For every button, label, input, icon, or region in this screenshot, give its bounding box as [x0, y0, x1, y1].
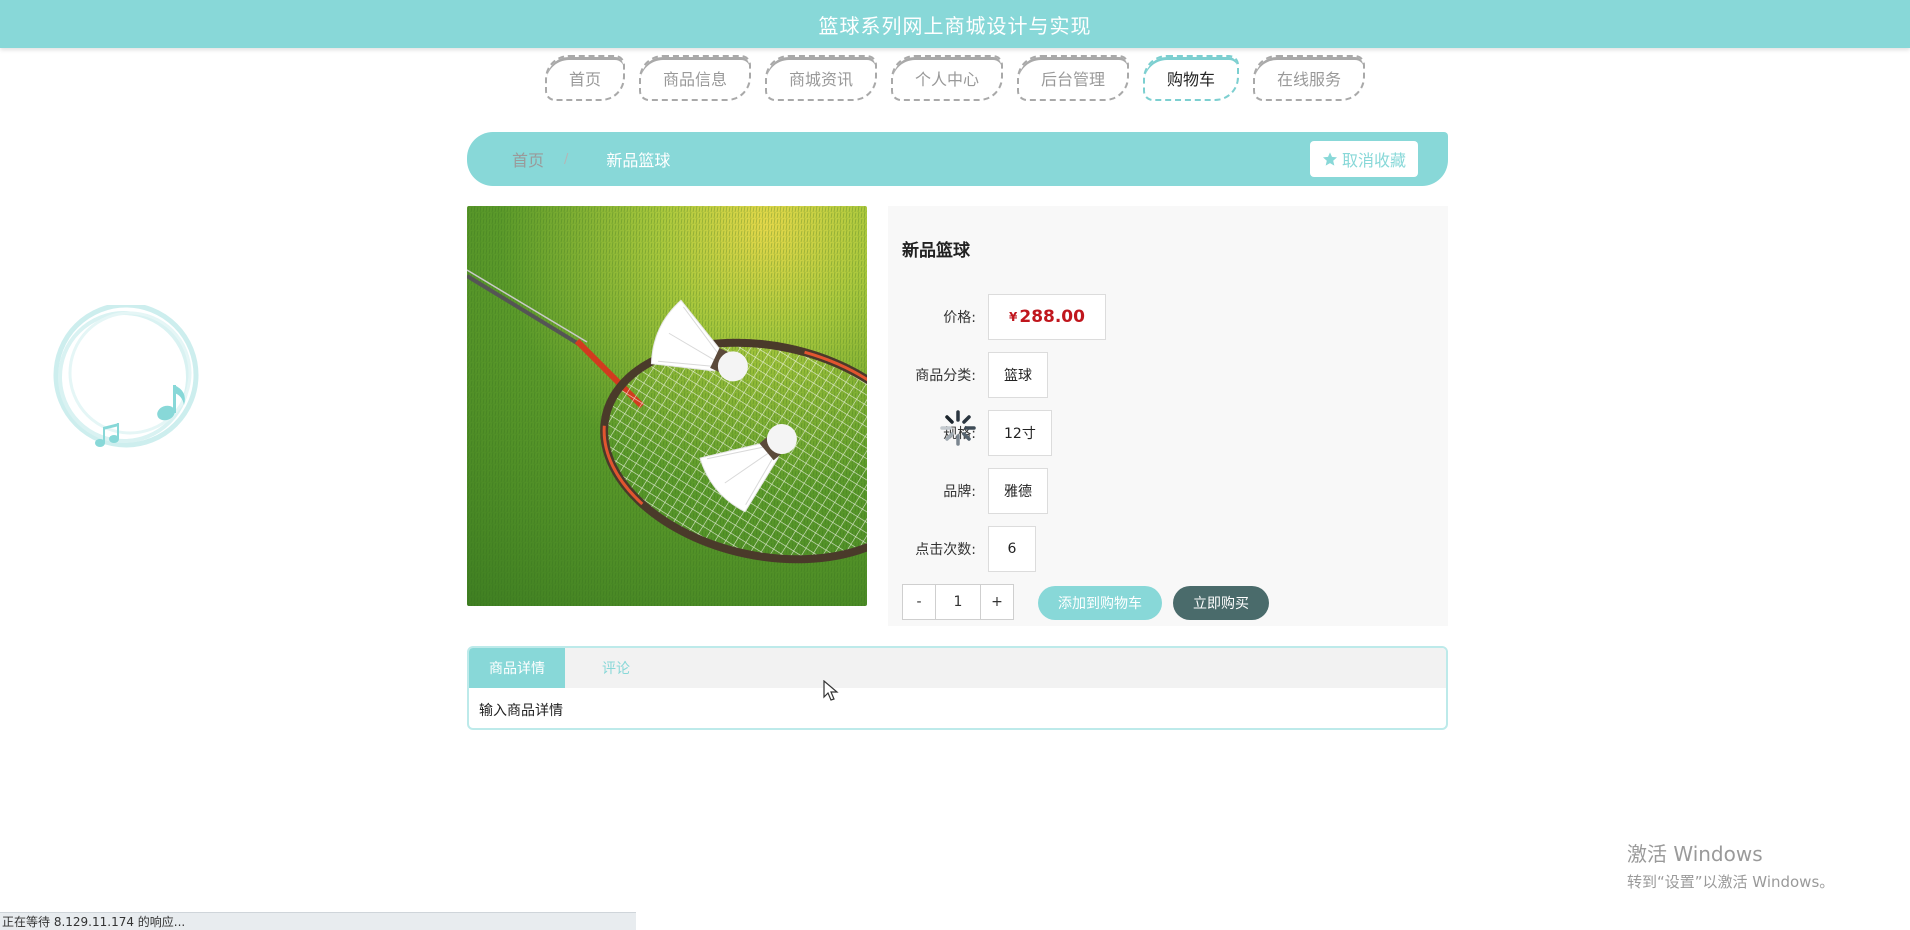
- mouse-cursor-icon: [823, 680, 839, 701]
- clicks-row: 点击次数: 6: [888, 526, 1036, 572]
- main-nav: 首页 商品信息 商城资讯 个人中心 后台管理 购物车 在线服务: [0, 55, 1910, 101]
- cancel-favorite-label: 取消收藏: [1341, 151, 1406, 170]
- breadcrumb-current: 新品篮球: [606, 151, 671, 170]
- music-player-icon[interactable]: [48, 305, 208, 455]
- quantity-stepper: - 1 +: [902, 584, 1014, 620]
- nav-item-products[interactable]: 商品信息: [638, 55, 751, 101]
- nav-item-home[interactable]: 首页: [544, 55, 625, 101]
- buy-now-button[interactable]: 立即购买: [1173, 586, 1269, 620]
- site-header: 篮球系列网上商城设计与实现: [0, 0, 1910, 48]
- category-label: 商品分类:: [915, 368, 976, 384]
- nav-item-cart[interactable]: 购物车: [1143, 55, 1240, 101]
- tab-header: 商品详情 评论: [469, 648, 1446, 688]
- product-tabs: 商品详情 评论 输入商品详情: [467, 646, 1448, 730]
- price-value: ¥ 288.00: [988, 294, 1106, 340]
- windows-activation-watermark: 激活 Windows 转到“设置”以激活 Windows。: [1627, 838, 1834, 892]
- quantity-plus-button[interactable]: +: [980, 584, 1014, 620]
- category-value: 篮球: [988, 352, 1048, 398]
- add-to-cart-button[interactable]: 添加到购物车: [1038, 586, 1162, 620]
- loading-spinner-icon: [940, 410, 976, 446]
- quantity-minus-button[interactable]: -: [902, 584, 936, 620]
- brand-row: 品牌: 雅德: [888, 468, 1048, 514]
- cancel-favorite-button[interactable]: 取消收藏: [1309, 141, 1418, 177]
- product-image: [467, 206, 867, 606]
- tab-comments[interactable]: 评论: [582, 648, 650, 688]
- price-amount: 288.00: [1019, 307, 1085, 327]
- browser-status-bar: 正在等待 8.129.11.174 的响应...: [0, 912, 636, 930]
- watermark-subtitle: 转到“设置”以激活 Windows。: [1627, 873, 1835, 891]
- price-label: 价格:: [943, 310, 976, 326]
- product-name: 新品篮球: [902, 241, 970, 261]
- currency-symbol: ¥: [1009, 310, 1018, 324]
- tab-product-details[interactable]: 商品详情: [469, 648, 565, 688]
- nav-item-service[interactable]: 在线服务: [1253, 55, 1366, 101]
- category-row: 商品分类: 篮球: [888, 352, 1048, 398]
- breadcrumb-separator: /: [564, 151, 569, 167]
- nav-item-admin[interactable]: 后台管理: [1017, 55, 1130, 101]
- breadcrumb-home-link[interactable]: 首页: [512, 147, 544, 171]
- brand-label: 品牌:: [943, 484, 976, 500]
- price-row: 价格: ¥ 288.00: [888, 294, 1106, 340]
- watermark-title: 激活 Windows: [1627, 842, 1763, 866]
- quantity-input[interactable]: 1: [936, 584, 980, 620]
- nav-item-news[interactable]: 商城资讯: [764, 55, 877, 101]
- tab-content: 输入商品详情: [479, 703, 563, 719]
- clicks-value: 6: [988, 526, 1036, 572]
- badminton-photo: [467, 206, 867, 606]
- star-icon: [1322, 152, 1337, 166]
- page: 篮球系列网上商城设计与实现 首页 商品信息 商城资讯 个人中心 后台管理 购物车…: [0, 0, 1910, 930]
- spec-value: 12寸: [988, 410, 1052, 456]
- product-info-panel: 新品篮球 价格: ¥ 288.00 商品分类: 篮球 规格: 12寸 品牌: 雅…: [888, 206, 1448, 626]
- site-title: 篮球系列网上商城设计与实现: [818, 13, 1092, 38]
- nav-item-profile[interactable]: 个人中心: [890, 55, 1003, 101]
- brand-value: 雅德: [988, 468, 1048, 514]
- clicks-label: 点击次数:: [915, 542, 976, 558]
- breadcrumb: 首页 / 新品篮球 取消收藏: [467, 132, 1448, 186]
